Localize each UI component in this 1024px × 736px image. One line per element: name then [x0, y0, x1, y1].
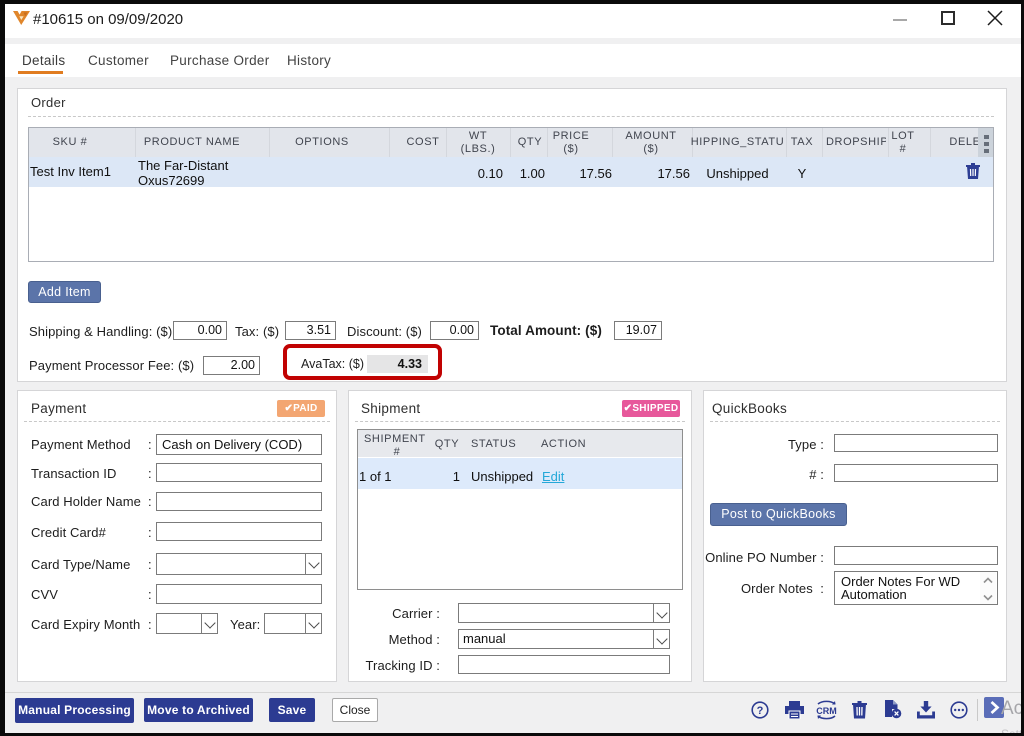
svg-text:CRM: CRM	[816, 706, 837, 716]
svg-text:?: ?	[757, 705, 764, 717]
